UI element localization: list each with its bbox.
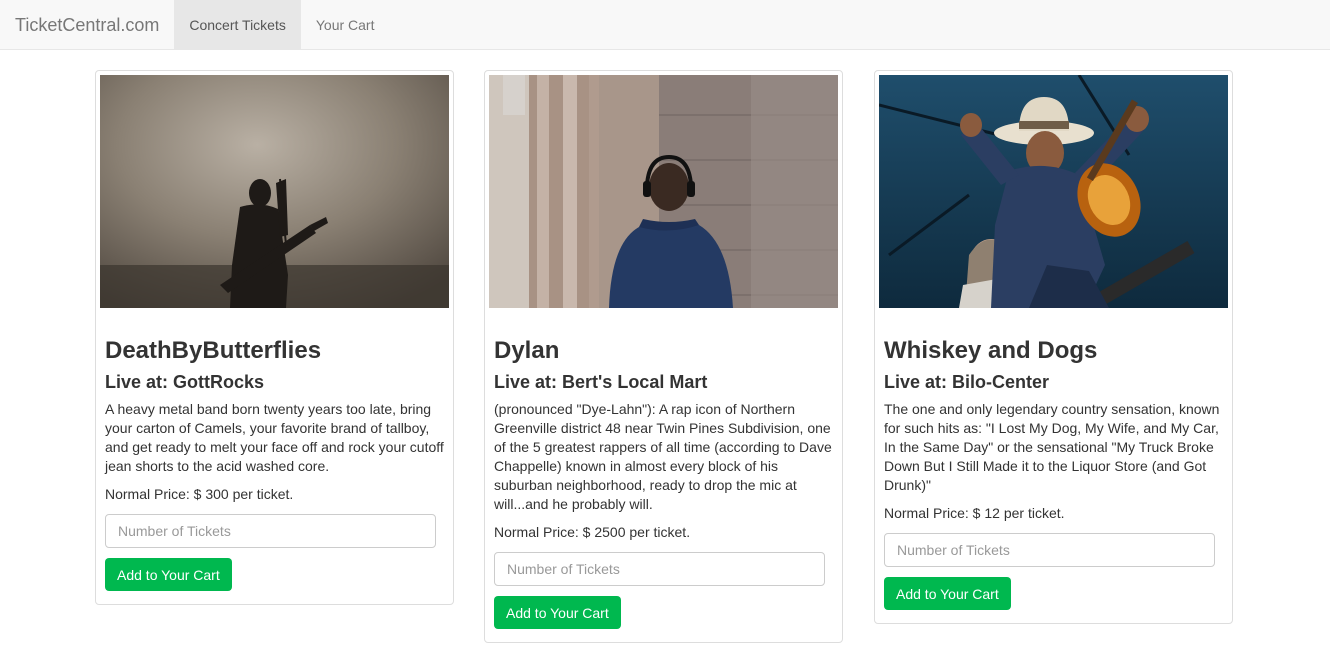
add-to-cart-button[interactable]: Add to Your Cart bbox=[105, 558, 232, 591]
add-to-cart-button[interactable]: Add to Your Cart bbox=[884, 577, 1011, 610]
ticket-price: Normal Price: $ 2500 per ticket. bbox=[494, 524, 691, 540]
ticket-price: Normal Price: $ 12 per ticket. bbox=[884, 505, 1065, 521]
venue: Live at: Bert's Local Mart bbox=[494, 372, 708, 392]
band-description: The one and only legendary country sensa… bbox=[884, 401, 1220, 493]
ticket-price: Normal Price: $ 300 per ticket. bbox=[105, 486, 294, 502]
band-name: Whiskey and Dogs bbox=[884, 337, 1098, 364]
ticket-quantity-input[interactable] bbox=[105, 514, 436, 548]
concert-card: DeathByButterflies Live at: GottRocks A … bbox=[95, 70, 454, 605]
band-photo bbox=[100, 75, 449, 308]
band-photo bbox=[489, 75, 838, 308]
band-photo bbox=[879, 75, 1228, 308]
venue: Live at: Bilo-Center bbox=[884, 372, 1050, 392]
band-description: A heavy metal band born twenty years too… bbox=[105, 401, 444, 474]
venue: Live at: GottRocks bbox=[105, 372, 265, 392]
nav-your-cart[interactable]: Your Cart bbox=[301, 0, 390, 50]
nav-concert-tickets[interactable]: Concert Tickets bbox=[174, 0, 301, 50]
band-name: Dylan bbox=[494, 337, 560, 364]
add-to-cart-button[interactable]: Add to Your Cart bbox=[494, 596, 621, 629]
brand-link[interactable]: TicketCentral.com bbox=[0, 0, 174, 50]
concert-card: Dylan Live at: Bert's Local Mart (pronou… bbox=[484, 70, 843, 643]
band-name: DeathByButterflies bbox=[105, 337, 322, 364]
concert-card: Whiskey and Dogs Live at: Bilo-Center Th… bbox=[874, 70, 1233, 624]
ticket-quantity-input[interactable] bbox=[884, 533, 1215, 567]
band-description: (pronounced "Dye-Lahn"): A rap icon of N… bbox=[494, 401, 832, 512]
ticket-quantity-input[interactable] bbox=[494, 552, 825, 586]
navbar: TicketCentral.com Concert Tickets Your C… bbox=[0, 0, 1330, 50]
